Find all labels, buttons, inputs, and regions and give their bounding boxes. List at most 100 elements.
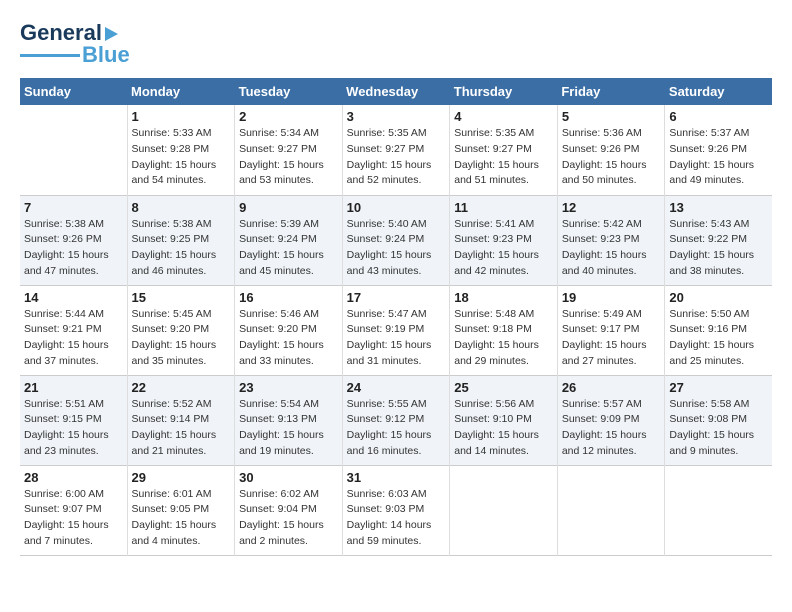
calendar-week-row: 28 Sunrise: 6:00 AM Sunset: 9:07 PM Dayli… (20, 465, 772, 555)
day-info: Sunrise: 5:46 AM Sunset: 9:20 PM Dayligh… (239, 307, 338, 370)
calendar-cell: 6 Sunrise: 5:37 AM Sunset: 9:26 PM Daylig… (665, 105, 772, 195)
day-info: Sunrise: 5:57 AM Sunset: 9:09 PM Dayligh… (562, 397, 661, 460)
day-info: Sunrise: 5:39 AM Sunset: 9:24 PM Dayligh… (239, 217, 338, 280)
day-info: Sunrise: 5:43 AM Sunset: 9:22 PM Dayligh… (669, 217, 768, 280)
calendar-cell: 17 Sunrise: 5:47 AM Sunset: 9:19 PM Dayli… (342, 285, 450, 375)
calendar-cell: 9 Sunrise: 5:39 AM Sunset: 9:24 PM Daylig… (235, 195, 343, 285)
calendar-cell: 13 Sunrise: 5:43 AM Sunset: 9:22 PM Dayli… (665, 195, 772, 285)
calendar-cell: 30 Sunrise: 6:02 AM Sunset: 9:04 PM Dayli… (235, 465, 343, 555)
calendar-cell: 8 Sunrise: 5:38 AM Sunset: 9:25 PM Daylig… (127, 195, 235, 285)
day-number: 10 (347, 200, 446, 215)
calendar-cell: 31 Sunrise: 6:03 AM Sunset: 9:03 PM Dayli… (342, 465, 450, 555)
day-info: Sunrise: 6:02 AM Sunset: 9:04 PM Dayligh… (239, 487, 338, 550)
day-number: 15 (132, 290, 231, 305)
logo: General Blue (20, 20, 130, 68)
calendar-week-row: 1 Sunrise: 5:33 AM Sunset: 9:28 PM Daylig… (20, 105, 772, 195)
day-info: Sunrise: 5:44 AM Sunset: 9:21 PM Dayligh… (24, 307, 123, 370)
calendar-cell: 25 Sunrise: 5:56 AM Sunset: 9:10 PM Dayli… (450, 375, 558, 465)
calendar-cell (450, 465, 558, 555)
calendar-cell: 10Sunrise: 5:40 AM Sunset: 9:24 PM Dayli… (342, 195, 450, 285)
day-info: Sunrise: 6:01 AM Sunset: 9:05 PM Dayligh… (132, 487, 231, 550)
day-number: 2 (239, 109, 338, 124)
calendar-week-row: 7Sunrise: 5:38 AM Sunset: 9:26 PM Daylig… (20, 195, 772, 285)
calendar-cell: 4 Sunrise: 5:35 AM Sunset: 9:27 PM Daylig… (450, 105, 558, 195)
calendar-header-row: SundayMondayTuesdayWednesdayThursdayFrid… (20, 78, 772, 105)
day-number: 28 (24, 470, 123, 485)
day-info: Sunrise: 5:33 AM Sunset: 9:28 PM Dayligh… (132, 126, 231, 189)
page-header: General Blue (20, 20, 772, 68)
calendar-cell: 23 Sunrise: 5:54 AM Sunset: 9:13 PM Dayli… (235, 375, 343, 465)
calendar-cell: 29Sunrise: 6:01 AM Sunset: 9:05 PM Dayli… (127, 465, 235, 555)
day-info: Sunrise: 5:51 AM Sunset: 9:15 PM Dayligh… (24, 397, 123, 460)
logo-blue: Blue (82, 42, 130, 68)
day-info: Sunrise: 5:52 AM Sunset: 9:14 PM Dayligh… (132, 397, 231, 460)
day-info: Sunrise: 5:56 AM Sunset: 9:10 PM Dayligh… (454, 397, 553, 460)
day-number: 4 (454, 109, 553, 124)
day-number: 25 (454, 380, 553, 395)
day-info: Sunrise: 5:54 AM Sunset: 9:13 PM Dayligh… (239, 397, 338, 460)
day-info: Sunrise: 5:48 AM Sunset: 9:18 PM Dayligh… (454, 307, 553, 370)
day-info: Sunrise: 6:03 AM Sunset: 9:03 PM Dayligh… (347, 487, 446, 550)
calendar-cell: 24Sunrise: 5:55 AM Sunset: 9:12 PM Dayli… (342, 375, 450, 465)
day-number: 27 (669, 380, 768, 395)
day-number: 3 (347, 109, 446, 124)
day-number: 31 (347, 470, 446, 485)
day-info: Sunrise: 5:38 AM Sunset: 9:25 PM Dayligh… (132, 217, 231, 280)
calendar-cell: 28 Sunrise: 6:00 AM Sunset: 9:07 PM Dayli… (20, 465, 127, 555)
calendar-cell: 26 Sunrise: 5:57 AM Sunset: 9:09 PM Dayli… (557, 375, 665, 465)
calendar-cell: 5Sunrise: 5:36 AM Sunset: 9:26 PM Daylig… (557, 105, 665, 195)
day-info: Sunrise: 5:35 AM Sunset: 9:27 PM Dayligh… (454, 126, 553, 189)
day-number: 21 (24, 380, 123, 395)
day-number: 19 (562, 290, 661, 305)
weekday-header: Thursday (450, 78, 558, 105)
day-number: 30 (239, 470, 338, 485)
day-info: Sunrise: 5:41 AM Sunset: 9:23 PM Dayligh… (454, 217, 553, 280)
calendar-cell (557, 465, 665, 555)
calendar-cell: 20Sunrise: 5:50 AM Sunset: 9:16 PM Dayli… (665, 285, 772, 375)
weekday-header: Wednesday (342, 78, 450, 105)
day-number: 26 (562, 380, 661, 395)
day-number: 18 (454, 290, 553, 305)
calendar-cell: 27Sunrise: 5:58 AM Sunset: 9:08 PM Dayli… (665, 375, 772, 465)
day-info: Sunrise: 5:42 AM Sunset: 9:23 PM Dayligh… (562, 217, 661, 280)
day-number: 1 (132, 109, 231, 124)
day-number: 11 (454, 200, 553, 215)
day-number: 6 (669, 109, 768, 124)
calendar-cell: 2 Sunrise: 5:34 AM Sunset: 9:27 PM Daylig… (235, 105, 343, 195)
calendar-cell: 14 Sunrise: 5:44 AM Sunset: 9:21 PM Dayli… (20, 285, 127, 375)
day-info: Sunrise: 5:49 AM Sunset: 9:17 PM Dayligh… (562, 307, 661, 370)
calendar-cell: 7Sunrise: 5:38 AM Sunset: 9:26 PM Daylig… (20, 195, 127, 285)
calendar-cell (665, 465, 772, 555)
day-number: 24 (347, 380, 446, 395)
day-number: 9 (239, 200, 338, 215)
day-info: Sunrise: 5:47 AM Sunset: 9:19 PM Dayligh… (347, 307, 446, 370)
calendar-cell: 22 Sunrise: 5:52 AM Sunset: 9:14 PM Dayli… (127, 375, 235, 465)
day-number: 14 (24, 290, 123, 305)
calendar-cell: 18 Sunrise: 5:48 AM Sunset: 9:18 PM Dayli… (450, 285, 558, 375)
weekday-header: Sunday (20, 78, 127, 105)
day-info: Sunrise: 5:35 AM Sunset: 9:27 PM Dayligh… (347, 126, 446, 189)
day-number: 7 (24, 200, 123, 215)
calendar-week-row: 14 Sunrise: 5:44 AM Sunset: 9:21 PM Dayli… (20, 285, 772, 375)
day-info: Sunrise: 5:45 AM Sunset: 9:20 PM Dayligh… (132, 307, 231, 370)
day-number: 13 (669, 200, 768, 215)
calendar-cell: 12Sunrise: 5:42 AM Sunset: 9:23 PM Dayli… (557, 195, 665, 285)
calendar-cell: 16Sunrise: 5:46 AM Sunset: 9:20 PM Dayli… (235, 285, 343, 375)
weekday-header: Monday (127, 78, 235, 105)
day-number: 22 (132, 380, 231, 395)
day-number: 17 (347, 290, 446, 305)
weekday-header: Tuesday (235, 78, 343, 105)
logo-underline (20, 54, 80, 57)
calendar-cell (20, 105, 127, 195)
calendar-cell: 11 Sunrise: 5:41 AM Sunset: 9:23 PM Dayli… (450, 195, 558, 285)
day-info: Sunrise: 6:00 AM Sunset: 9:07 PM Dayligh… (24, 487, 123, 550)
calendar-cell: 1 Sunrise: 5:33 AM Sunset: 9:28 PM Daylig… (127, 105, 235, 195)
day-info: Sunrise: 5:34 AM Sunset: 9:27 PM Dayligh… (239, 126, 338, 189)
calendar-cell: 3 Sunrise: 5:35 AM Sunset: 9:27 PM Daylig… (342, 105, 450, 195)
weekday-header: Friday (557, 78, 665, 105)
day-number: 23 (239, 380, 338, 395)
day-info: Sunrise: 5:37 AM Sunset: 9:26 PM Dayligh… (669, 126, 768, 189)
day-info: Sunrise: 5:50 AM Sunset: 9:16 PM Dayligh… (669, 307, 768, 370)
weekday-header: Saturday (665, 78, 772, 105)
day-number: 8 (132, 200, 231, 215)
